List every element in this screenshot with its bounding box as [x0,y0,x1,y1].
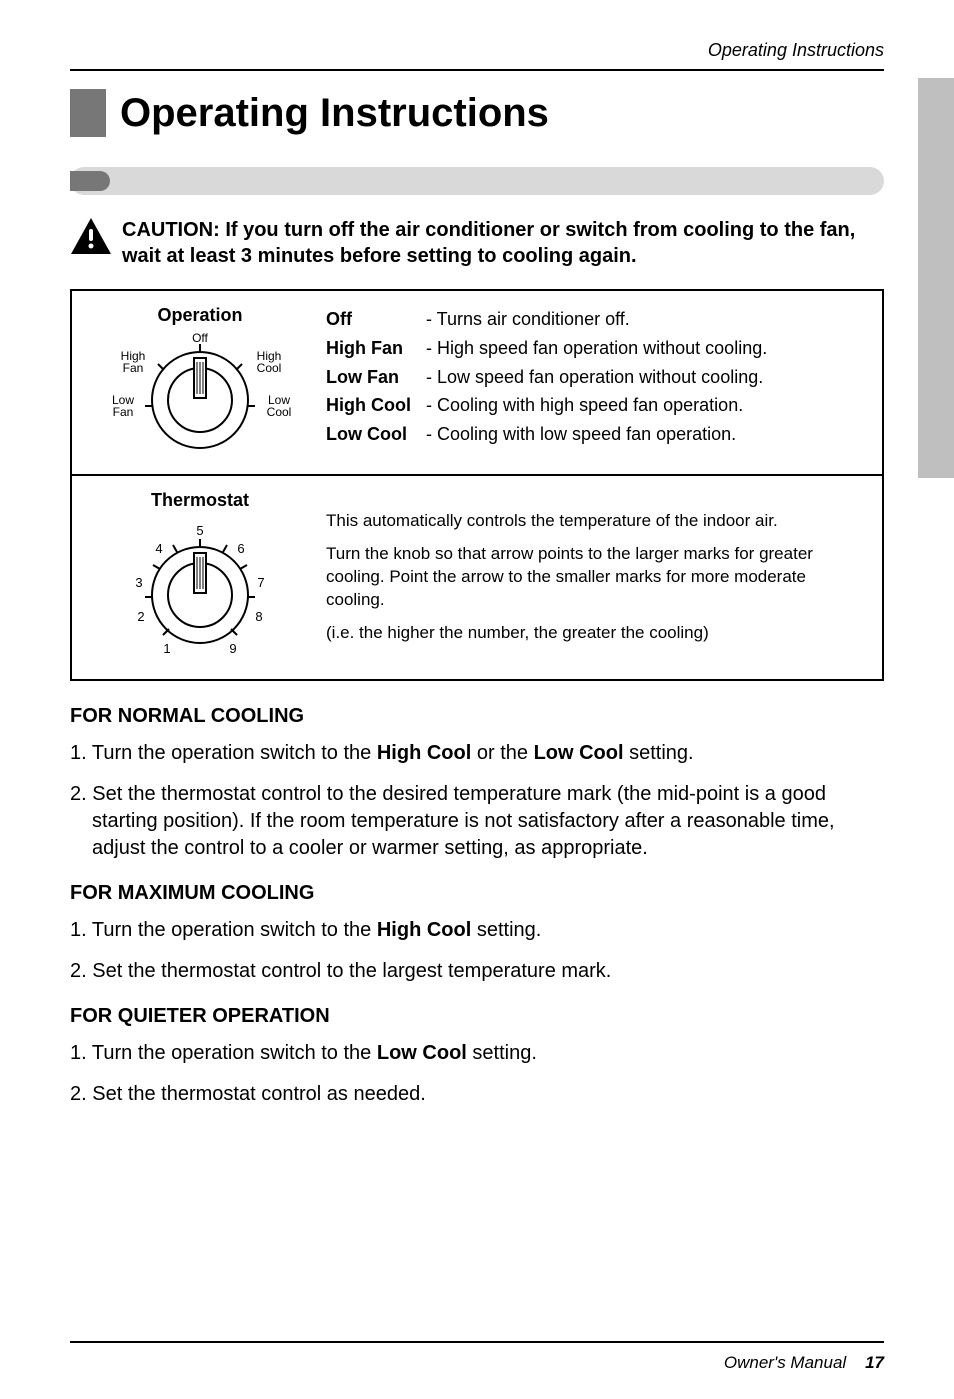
caution-text: CAUTION: If you turn off the air conditi… [122,217,884,269]
mode-desc-lowfan: - Low speed fan operation without coolin… [426,363,864,392]
svg-text:5: 5 [196,523,203,538]
svg-text:7: 7 [257,575,264,590]
thermostat-para1: This automatically controls the temperat… [326,510,864,533]
mode-label-off: Off [326,305,426,334]
mode-desc-off: - Turns air conditioner off. [426,305,864,334]
normal-item1: 1. Turn the operation switch to the High… [70,740,884,767]
footer-label: Owner's Manual [724,1353,846,1372]
operation-dial-col: Operation Off [90,305,310,460]
thermostat-dial-col: Thermostat [90,490,310,665]
normal-item1-pre: 1. Turn the operation switch to the [70,742,377,764]
thermostat-row: Thermostat [72,476,882,679]
svg-text:Fan: Fan [123,361,144,375]
mode-desc-highcool: - Cooling with high speed fan operation. [426,391,864,420]
footer-pagenum: 17 [865,1353,884,1372]
max-item1-post: setting. [471,919,541,941]
warning-icon [70,217,112,255]
side-tab [918,78,954,478]
mode-label-highfan: High Fan [326,334,426,363]
footer: Owner's Manual 17 [724,1353,884,1373]
accent-bar-dark [70,171,110,191]
thermostat-dial-title: Thermostat [90,490,310,511]
accent-bar [70,167,884,195]
quiet-item1: 1. Turn the operation switch to the Low … [70,1040,884,1067]
mode-label-lowcool: Low Cool [326,420,426,449]
svg-text:3: 3 [135,575,142,590]
svg-text:1: 1 [163,641,170,656]
mode-desc-highfan: - High speed fan operation without cooli… [426,334,864,363]
max-item1-b1: High Cool [377,919,471,941]
mode-row-highfan: High Fan - High speed fan operation with… [326,334,864,363]
max-item1-pre: 1. Turn the operation switch to the [70,919,377,941]
normal-item1-post: setting. [624,742,694,764]
accent-bar-fill [70,167,884,195]
mode-row-highcool: High Cool - Cooling with high speed fan … [326,391,864,420]
operation-desc-col: Off - Turns air conditioner off. High Fa… [310,305,864,460]
normal-item1-b1: High Cool [377,742,471,764]
mode-label-highcool: High Cool [326,391,426,420]
operation-dial-title: Operation [90,305,310,326]
normal-item1-b2: Low Cool [534,742,624,764]
svg-text:2: 2 [137,609,144,624]
max-item2: 2. Set the thermostat control to the lar… [70,958,884,985]
section-head-quiet: FOR QUIETER OPERATION [70,1005,884,1028]
thermostat-desc-col: This automatically controls the temperat… [310,490,864,665]
svg-text:Cool: Cool [257,361,282,375]
section-head-max: FOR MAXIMUM COOLING [70,882,884,905]
operation-row: Operation Off [72,291,882,476]
svg-text:8: 8 [255,609,262,624]
mode-row-lowcool: Low Cool - Cooling with low speed fan op… [326,420,864,449]
operation-dial-icon: Off High Fan High Cool Low Fan Low Cool [95,330,305,460]
svg-text:Fan: Fan [113,405,134,419]
mode-row-off: Off - Turns air conditioner off. [326,305,864,334]
running-header: Operating Instructions [70,40,884,61]
footer-rule [70,1341,884,1343]
mode-label-lowfan: Low Fan [326,363,426,392]
title-block-icon [70,89,106,137]
svg-text:Off: Off [192,331,208,345]
quiet-item1-b1: Low Cool [377,1042,467,1064]
svg-text:6: 6 [237,541,244,556]
mode-row-lowfan: Low Fan - Low speed fan operation withou… [326,363,864,392]
quiet-item2: 2. Set the thermostat control as needed. [70,1081,884,1108]
normal-item2: 2. Set the thermostat control to the des… [70,781,884,862]
max-item1: 1. Turn the operation switch to the High… [70,917,884,944]
thermostat-para3: (i.e. the higher the number, the greater… [326,622,864,645]
header-rule [70,69,884,71]
svg-text:4: 4 [155,541,162,556]
thermostat-dial-icon: 1 2 3 4 5 6 7 8 9 [95,515,305,665]
svg-text:Cool: Cool [267,405,292,419]
svg-text:9: 9 [229,641,236,656]
caution-row: CAUTION: If you turn off the air conditi… [70,217,884,269]
quiet-item1-pre: 1. Turn the operation switch to the [70,1042,377,1064]
mode-desc-lowcool: - Cooling with low speed fan operation. [426,420,864,449]
page-title: Operating Instructions [120,91,549,136]
controls-box: Operation Off [70,289,884,681]
title-row: Operating Instructions [70,89,884,137]
quiet-item1-post: setting. [467,1042,537,1064]
normal-item1-mid: or the [471,742,533,764]
thermostat-para2: Turn the knob so that arrow points to th… [326,543,864,612]
section-head-normal: FOR NORMAL COOLING [70,705,884,728]
